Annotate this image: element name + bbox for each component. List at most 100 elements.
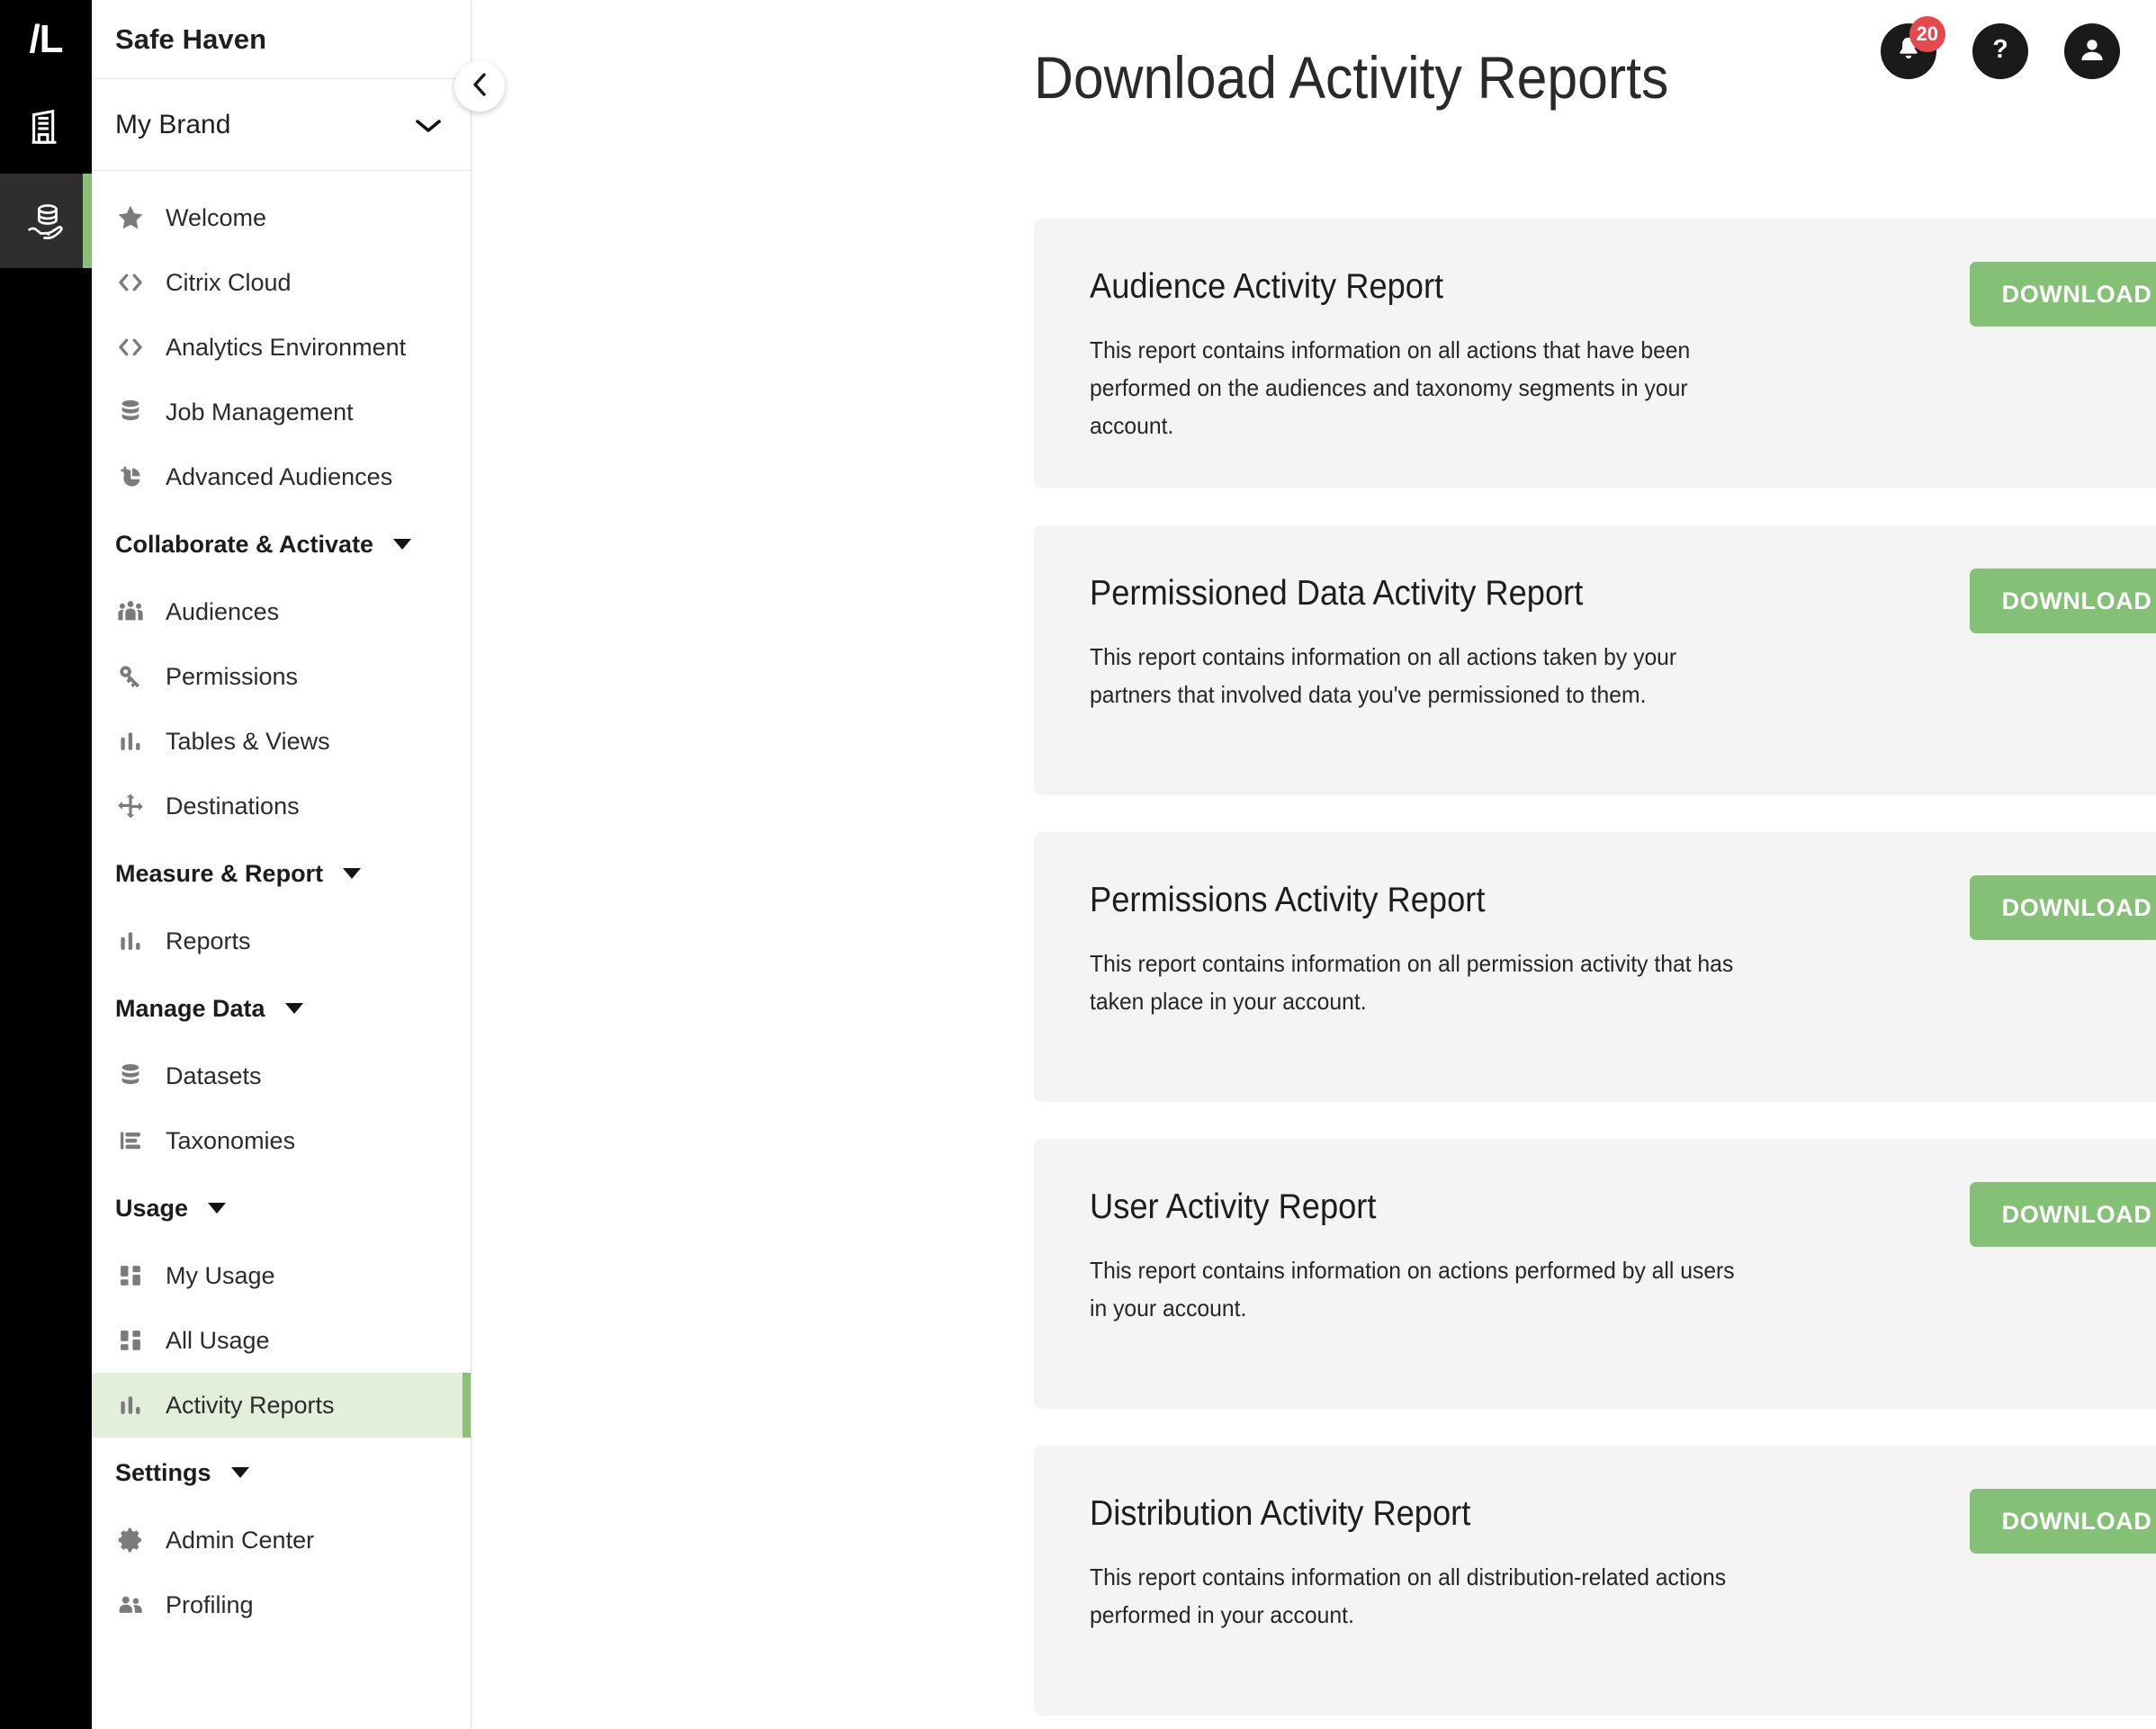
bars-icon [115, 726, 155, 757]
sidebar-item-datasets[interactable]: Datasets [92, 1044, 471, 1108]
svg-text:?: ? [1992, 35, 2008, 64]
sidebar-item-label: Welcome [166, 203, 267, 231]
chevron-down-icon [415, 118, 441, 132]
nav-section-label: Measure & Report [115, 859, 324, 887]
bars-icon [115, 1390, 155, 1420]
sidebar-item-label: Profiling [166, 1590, 254, 1618]
report-card-description: This report contains information on all … [1090, 950, 1734, 1016]
sidebar-item-permissions[interactable]: Permissions [92, 644, 471, 709]
sidebar-item-tables-views[interactable]: Tables & Views [92, 709, 471, 774]
sidebar-title: Safe Haven [115, 22, 267, 55]
taxonomy-icon [115, 1125, 155, 1156]
topbar-actions: 20 ? [1881, 16, 2120, 79]
sidebar-item-label: Audiences [166, 597, 280, 625]
gear-icon [115, 1525, 155, 1555]
nav-section-manage-data[interactable]: Manage Data [92, 973, 471, 1044]
sidebar-item-job-management[interactable]: Job Management [92, 380, 471, 444]
sidebar-item-all-usage[interactable]: All Usage [92, 1308, 471, 1373]
grid-icon [115, 1325, 155, 1356]
icon-rail: /L [0, 0, 92, 1729]
report-card-distribution-activity-report: Distribution Activity Report This report … [1034, 1446, 2156, 1716]
anchor-icon [115, 791, 155, 821]
sidebar-item-analytics-environment[interactable]: Analytics Environment [92, 315, 471, 380]
sidebar-item-label: Reports [166, 927, 251, 954]
report-card-description: This report contains information on acti… [1090, 1257, 1735, 1322]
caret-down-icon [393, 539, 412, 550]
sidebar-nav: Welcome Citrix Cloud Analytics Environment… [92, 171, 471, 1729]
sidebar-item-label: Analytics Environment [166, 333, 407, 361]
nav-section-label: Usage [115, 1194, 189, 1222]
rail-item-company[interactable] [0, 79, 92, 174]
grid-icon [115, 1260, 155, 1291]
caret-down-icon [343, 868, 362, 879]
report-card-description: This report contains information on all … [1090, 1563, 1727, 1629]
nav-section-label: Collaborate & Activate [115, 530, 374, 558]
sidebar-item-taxonomies[interactable]: Taxonomies [92, 1108, 471, 1173]
notification-count-badge: 20 [1909, 16, 1945, 52]
download-button-permissions-activity-report[interactable]: DOWNLOAD [1970, 875, 2156, 940]
sidebar-item-label: Destinations [166, 792, 300, 820]
report-card-description: This report contains information on all … [1090, 643, 1677, 709]
database-icon [115, 1061, 155, 1091]
nav-section-collaborate-activate[interactable]: Collaborate & Activate [92, 509, 471, 579]
sidebar-item-label: Admin Center [166, 1526, 315, 1554]
nav-section-measure-report[interactable]: Measure & Report [92, 838, 471, 909]
key-icon [115, 661, 155, 692]
page-title: Download Activity Reports [1034, 44, 1669, 111]
safe-haven-icon [23, 200, 68, 243]
rail-item-safe-haven[interactable] [0, 174, 92, 268]
sidebar-item-label: Citrix Cloud [166, 268, 292, 296]
notifications-button[interactable]: 20 [1881, 16, 1945, 79]
sidebar-item-profiling[interactable]: Profiling [92, 1572, 471, 1637]
code-icon [115, 267, 155, 298]
nav-section-settings[interactable]: Settings [92, 1438, 471, 1508]
download-button-user-activity-report[interactable]: DOWNLOAD [1970, 1182, 2156, 1247]
sidebar-item-welcome[interactable]: Welcome [92, 185, 471, 250]
pie-plus-icon [115, 461, 155, 492]
sidebar-item-my-usage[interactable]: My Usage [92, 1243, 471, 1308]
help-icon: ? [1985, 34, 2016, 69]
sidebar-item-label: Advanced Audiences [166, 462, 393, 490]
help-button[interactable]: ? [1972, 23, 2028, 79]
sidebar-item-audiences[interactable]: Audiences [92, 579, 471, 644]
caret-down-icon [230, 1467, 249, 1478]
report-card-permissioned-data-activity-report: Permissioned Data Activity Report This re… [1034, 525, 2156, 795]
sidebar-item-advanced-audiences[interactable]: Advanced Audiences [92, 444, 471, 509]
company-icon [25, 105, 67, 148]
caret-down-icon [284, 1003, 303, 1014]
sidebar-collapse-button[interactable] [454, 61, 505, 112]
report-card-user-activity-report: User Activity Report This report contains… [1034, 1139, 2156, 1409]
download-button-audience-activity-report[interactable]: DOWNLOAD [1970, 262, 2156, 327]
sidebar-item-label: Permissions [166, 662, 299, 690]
sidebar-item-admin-center[interactable]: Admin Center [92, 1508, 471, 1572]
user-avatar-icon [2077, 34, 2107, 69]
sidebar-item-label: Job Management [166, 398, 354, 426]
sidebar: Safe Haven My Brand Welcome Citrix Cloud A… [92, 0, 472, 1729]
code-icon [115, 332, 155, 363]
brand-name-label: My Brand [115, 109, 231, 139]
nav-section-usage[interactable]: Usage [92, 1173, 471, 1243]
brand-selector[interactable]: My Brand [92, 79, 471, 171]
download-button-permissioned-data-activity-report[interactable]: DOWNLOAD [1970, 569, 2156, 633]
people-icon [115, 596, 155, 627]
sidebar-item-citrix-cloud[interactable]: Citrix Cloud [92, 250, 471, 315]
account-button[interactable] [2064, 23, 2120, 79]
sidebar-item-label: Activity Reports [166, 1391, 335, 1419]
app-root: /L Safe Haven My Brand Welcome Citrix Cl… [0, 0, 2156, 1729]
sidebar-item-destinations[interactable]: Destinations [92, 774, 471, 838]
logo-text: /L [29, 17, 63, 61]
sidebar-item-reports[interactable]: Reports [92, 909, 471, 973]
report-card-description: This report contains information on all … [1090, 336, 1691, 440]
sidebar-item-label: Tables & Views [166, 727, 330, 755]
sidebar-header: Safe Haven [92, 0, 471, 79]
report-card-audience-activity-report: Audience Activity Report This report cont… [1034, 219, 2156, 488]
main-content: Download Activity Reports 20 ? Audience … [472, 0, 2156, 1729]
profiles-icon [115, 1590, 155, 1620]
sidebar-item-activity-reports[interactable]: Activity Reports [92, 1373, 471, 1438]
sidebar-item-label: Taxonomies [166, 1126, 296, 1154]
liveramp-logo[interactable]: /L [0, 0, 92, 79]
nav-section-label: Settings [115, 1458, 211, 1486]
download-button-distribution-activity-report[interactable]: DOWNLOAD [1970, 1489, 2156, 1554]
database-icon [115, 397, 155, 427]
sidebar-item-label: My Usage [166, 1261, 275, 1289]
